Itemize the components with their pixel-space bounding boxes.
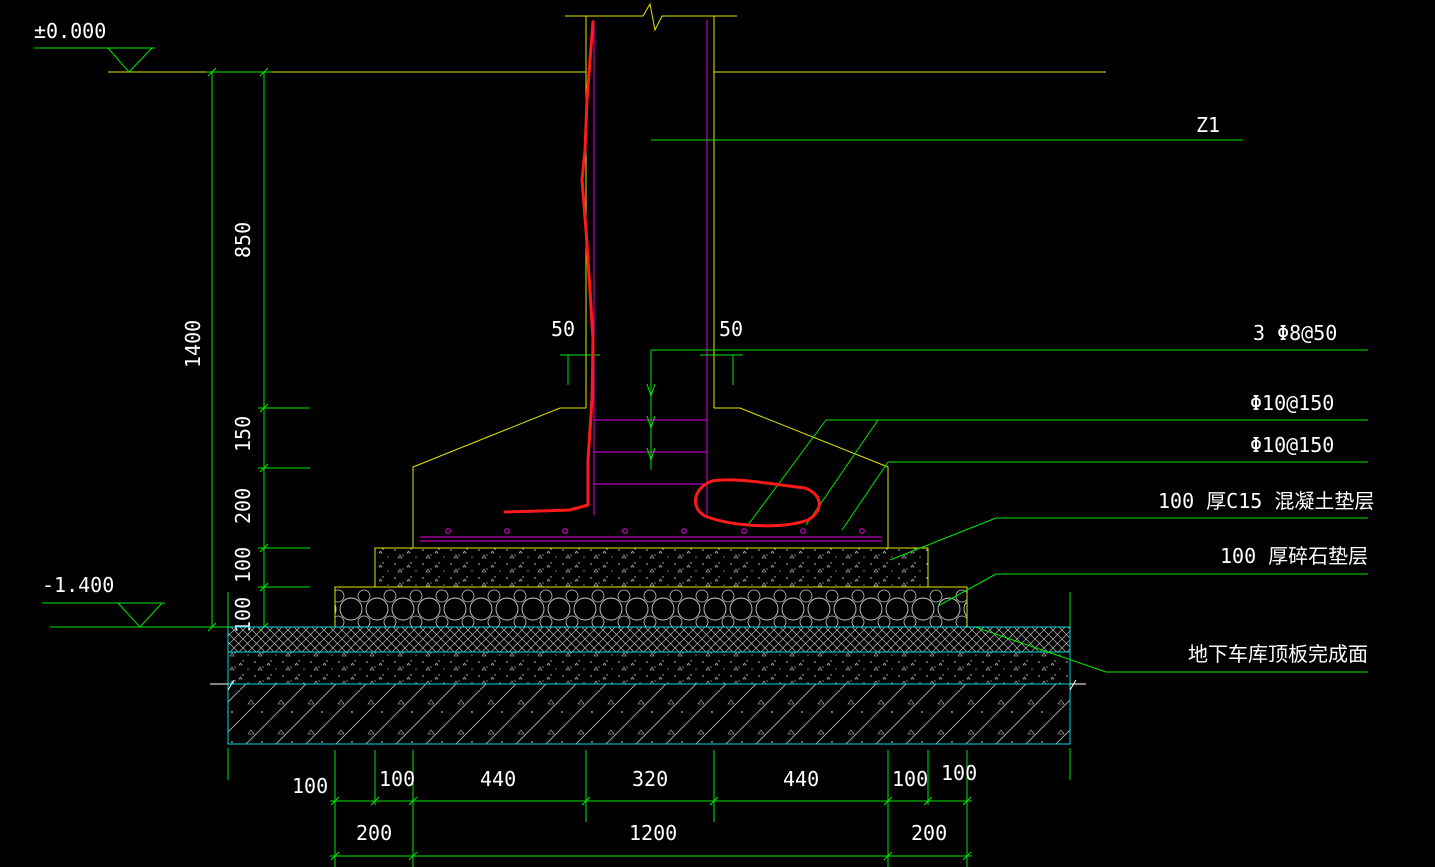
hdim-440-a: 440 <box>480 767 516 791</box>
label-gravel-cushion: 100 厚碎石垫层 <box>1220 544 1368 568</box>
red-markup-rebar-line <box>503 20 595 514</box>
label-garage-roof: 地下车库顶板完成面 <box>1188 642 1368 666</box>
elevation-marker-top: ±0.000 <box>34 19 155 73</box>
red-markup-ellipse <box>694 478 821 528</box>
label-z1: Z1 <box>1196 113 1220 137</box>
dim-100-a: 100 <box>231 547 255 583</box>
rebar-dots <box>445 528 865 534</box>
hdim-320: 320 <box>632 767 668 791</box>
hdim-200-a: 200 <box>356 821 392 845</box>
elevation-bottom-label: -1.400 <box>42 573 114 597</box>
hdim-440-b: 440 <box>783 767 819 791</box>
vertical-dimensions <box>206 67 310 632</box>
dim-total-1400: 1400 <box>181 320 205 368</box>
c15-cushion <box>374 547 929 588</box>
foundation-section-drawing: ±0.000 -1.400 1400 850 150 200 100 100 5… <box>34 2 1374 867</box>
bottom-rebar <box>420 528 882 542</box>
elevation-top-label: ±0.000 <box>34 19 106 43</box>
hdim-100-d: 100 <box>941 761 977 785</box>
hdim-200-b: 200 <box>911 821 947 845</box>
label-c15-cushion: 100 厚C15 混凝土垫层 <box>1158 489 1374 513</box>
dim-200: 200 <box>231 488 255 524</box>
hdim-100-b: 100 <box>379 767 415 791</box>
dim-150: 150 <box>231 416 255 452</box>
break-line <box>565 2 737 32</box>
vertical-dimension-texts: 1400 850 150 200 100 100 <box>181 222 255 633</box>
label-rebar-base-1: Φ10@150 <box>1250 391 1334 415</box>
horizontal-dimension-texts: 100 100 440 320 440 100 100 200 1200 200 <box>292 761 977 845</box>
label-rebar-column: 3 Φ8@50 <box>1253 321 1337 345</box>
hdim-100-a: 100 <box>292 774 328 798</box>
gravel-cushion <box>334 586 968 628</box>
hdim-100-c: 100 <box>892 767 928 791</box>
dim-850: 850 <box>231 222 255 258</box>
dim-right-50: 50 <box>719 317 743 341</box>
dim-left-50: 50 <box>551 317 575 341</box>
hdim-1200: 1200 <box>629 821 677 845</box>
label-rebar-base-2: Φ10@150 <box>1250 433 1334 457</box>
red-markup <box>503 20 821 528</box>
elevation-marker-bottom: -1.400 <box>42 573 165 628</box>
